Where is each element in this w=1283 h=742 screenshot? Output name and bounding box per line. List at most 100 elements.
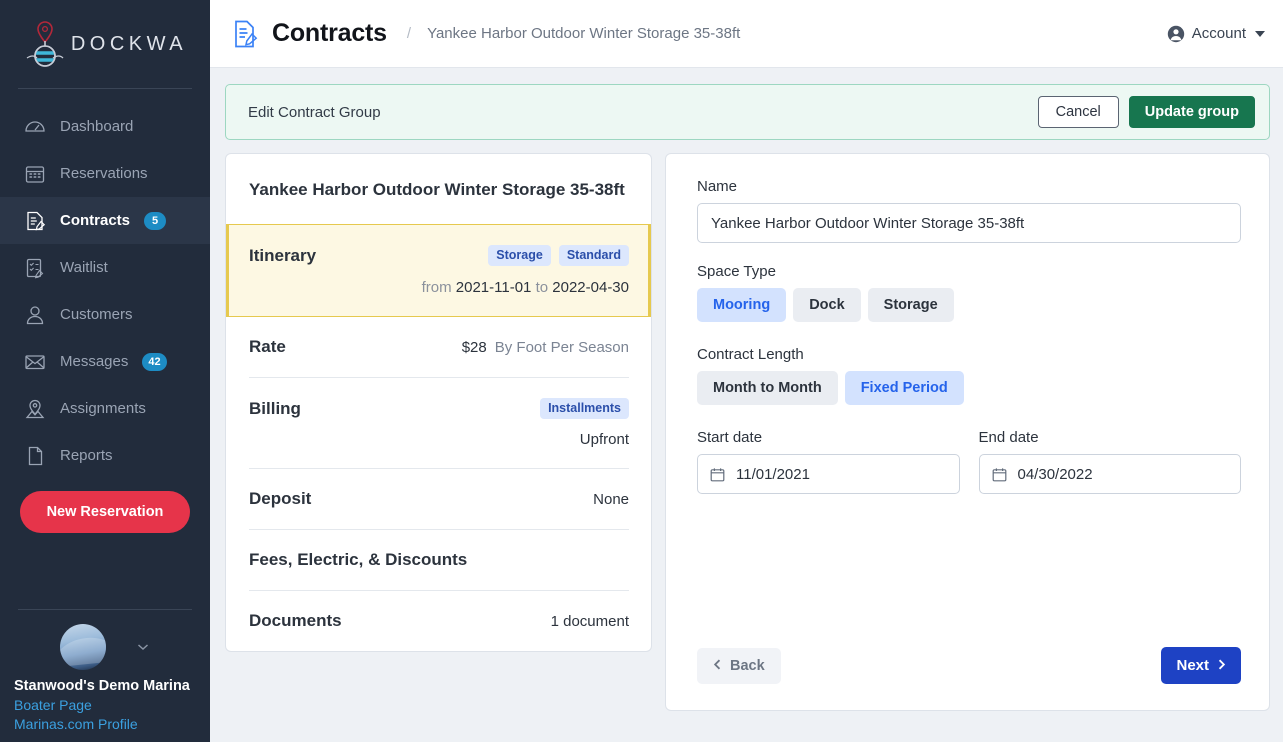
end-date-label: End date [978,429,1039,446]
gauge-icon [24,116,46,138]
summary-row-rate[interactable]: Rate $28 By Foot Per Season [226,317,651,377]
billing-tag-group: Installments [540,398,629,419]
end-date-value: 04/30/2022 [1017,465,1093,483]
space-type-storage[interactable]: Storage [867,288,954,322]
cancel-button[interactable]: Cancel [1037,96,1119,128]
status-badge: Installments [540,398,629,419]
contract-length-month-to-month[interactable]: Month to Month [697,371,838,405]
documents-label: Documents [249,611,342,630]
sidebar-item-label: Messages [60,353,129,370]
contracts-count-badge: 5 [144,211,167,230]
contract-length-fixed-period[interactable]: Fixed Period [844,371,964,405]
name-input[interactable] [697,203,1241,243]
start-date-input[interactable]: 11/01/2021 [697,454,960,494]
messages-count-badge: 42 [142,352,167,371]
panels: Yankee Harbor Outdoor Winter Storage 35-… [225,153,1270,711]
itinerary-tags: Storage Standard [488,245,629,266]
fees-label: Fees, Electric, & Discounts [249,550,468,569]
summary-row-itinerary[interactable]: Itinerary Storage Standard from 2021-11-… [226,224,651,317]
edit-bar-title: Edit Contract Group [248,103,381,121]
status-badge: Storage [488,245,551,266]
sidebar-account-section: Stanwood's Demo Marina Boater Page Marin… [0,609,210,742]
new-reservation-button[interactable]: New Reservation [20,491,190,533]
calendar-icon [710,467,725,482]
rate-label: Rate [249,337,286,356]
chevron-down-icon[interactable] [136,640,150,654]
status-badge: Standard [558,245,629,266]
deposit-label: Deposit [249,489,312,508]
contract-summary-card: Yankee Harbor Outdoor Winter Storage 35-… [225,153,652,652]
sidebar-item-label: Waitlist [60,259,108,276]
itinerary-start-date: 2021-11-01 [455,279,532,296]
contract-length-label: Contract Length [697,346,804,363]
calendar-icon [992,467,1007,482]
end-date-input[interactable]: 04/30/2022 [978,454,1241,494]
new-reservation-wrap: New Reservation [0,479,210,533]
itinerary-label: Itinerary [249,245,317,265]
calendar-icon [24,163,46,185]
summary-row-deposit[interactable]: Deposit None [226,469,651,529]
space-type-mooring[interactable]: Mooring [697,288,787,322]
map-pin-icon [24,398,46,420]
contract-icon [232,19,260,49]
itinerary-end-date: 2022-04-30 [552,279,629,296]
sidebar-item-waitlist[interactable]: Waitlist [0,244,210,291]
sidebar-item-label: Reports [60,447,113,464]
edit-bar-actions: Cancel Update group [1037,96,1255,128]
sidebar-item-label: Assignments [60,400,146,417]
fees-top: Fees, Electric, & Discounts [249,550,629,570]
next-label: Next [1176,657,1209,674]
chevron-right-icon [1217,657,1226,674]
chevron-left-icon [713,658,722,674]
edit-contract-group-bar: Edit Contract Group Cancel Update group [225,84,1270,140]
account-label: Account [1191,25,1246,42]
rate-unit: By Foot Per Season [494,338,629,356]
update-group-button[interactable]: Update group [1128,96,1255,128]
sidebar-item-messages[interactable]: Messages 42 [0,338,210,385]
account-avatar-row[interactable] [0,624,210,676]
documents-value: 1 document [550,612,629,630]
page-icon [24,445,46,467]
person-icon [24,304,46,326]
sidebar-item-contracts[interactable]: Contracts 5 [0,197,210,244]
summary-row-documents[interactable]: Documents 1 document [226,591,651,651]
sidebar-item-customers[interactable]: Customers [0,291,210,338]
form-footer: Back Next [697,647,1241,684]
name-label: Name [697,178,738,195]
sidebar-item-label: Customers [60,306,133,323]
summary-row-fees[interactable]: Fees, Electric, & Discounts [226,530,651,590]
itinerary-top: Itinerary Storage Standard [249,245,629,266]
account-menu[interactable]: Account [1167,25,1265,43]
back-button[interactable]: Back [697,647,781,684]
buoy-pin-logo-icon [23,18,67,70]
sidebar-item-reservations[interactable]: Reservations [0,150,210,197]
sidebar-item-reports[interactable]: Reports [0,432,210,479]
start-date-label: Start date [697,429,763,446]
breadcrumb-separator: / [406,25,412,42]
start-date-col: Start date 11/01/2021 [697,429,960,494]
deposit-value: None [593,490,629,508]
itinerary-dates: from 2021-11-01 to 2022-04-30 [249,279,629,296]
summary-row-billing[interactable]: Billing Installments Upfront [226,378,651,468]
next-button[interactable]: Next [1161,647,1241,684]
person-circle-icon [1167,25,1185,43]
rate-amount: $28 [461,338,487,356]
brand-name: DOCKWA [70,32,188,55]
itinerary-from-word: from [421,279,452,296]
documents-value-group: 1 document [551,613,629,630]
sidebar-item-dashboard[interactable]: Dashboard [0,103,210,150]
marina-name: Stanwood's Demo Marina [14,678,190,694]
end-date-col: End date 04/30/2022 [978,429,1241,494]
page-content: Edit Contract Group Cancel Update group … [210,68,1283,711]
sidebar-item-assignments[interactable]: Assignments [0,385,210,432]
contract-icon [24,210,46,232]
marinas-profile-link[interactable]: Marinas.com Profile [0,713,210,732]
billing-label: Billing [249,398,301,418]
app-root: DOCKWA Dashboard Reservations Contracts … [0,0,1283,742]
space-type-label: Space Type [697,263,776,280]
brand-logo[interactable]: DOCKWA [0,0,210,88]
contract-form-card: Name Space Type Mooring Dock Storage Con… [665,153,1270,711]
space-type-dock[interactable]: Dock [793,288,861,322]
date-row: Start date 11/01/2021 End date 04/30/202… [697,429,1241,494]
boater-page-link[interactable]: Boater Page [0,694,210,713]
